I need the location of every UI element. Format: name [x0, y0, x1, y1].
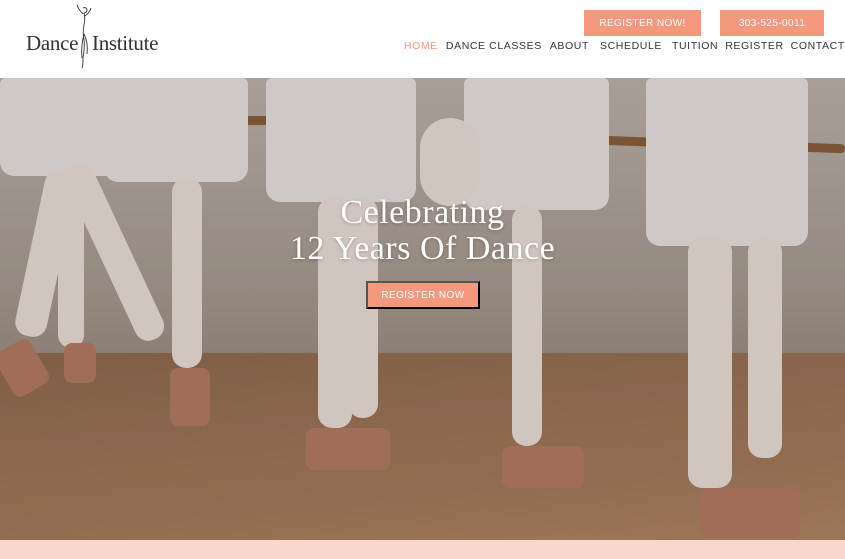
hero-banner: Celebrating 12 Years Of Dance REGISTER N… [0, 78, 845, 540]
nav-about[interactable]: ABOUT [550, 39, 589, 53]
register-now-hero-button[interactable]: REGISTER NOW [366, 281, 480, 309]
hero-title: Celebrating 12 Years Of Dance [0, 195, 845, 267]
main-nav: HOME DANCE CLASSES ABOUT SCHEDULE TUITIO… [404, 39, 845, 53]
phone-button[interactable]: 303-525-0011 [720, 10, 824, 36]
nav-home[interactable]: HOME [404, 39, 438, 53]
register-now-header-button[interactable]: REGISTER NOW! [584, 10, 701, 36]
logo-text-institute: Institute [92, 31, 159, 55]
hero-title-line1: Celebrating [340, 194, 505, 231]
site-header: Dance Institute REGISTER NOW! 303-525-00… [0, 0, 845, 78]
nav-dance-classes[interactable]: DANCE CLASSES [446, 39, 542, 53]
hero-overlay [0, 78, 845, 540]
hero-title-line2: 12 Years Of Dance [289, 230, 556, 267]
bottom-band [0, 540, 845, 559]
nav-schedule[interactable]: SCHEDULE [600, 39, 662, 53]
nav-register[interactable]: REGISTER [725, 39, 783, 53]
nav-contact-us[interactable]: CONTACT US [791, 39, 845, 53]
nav-tuition[interactable]: TUITION [672, 39, 718, 53]
logo[interactable]: Dance Institute [24, 4, 164, 72]
